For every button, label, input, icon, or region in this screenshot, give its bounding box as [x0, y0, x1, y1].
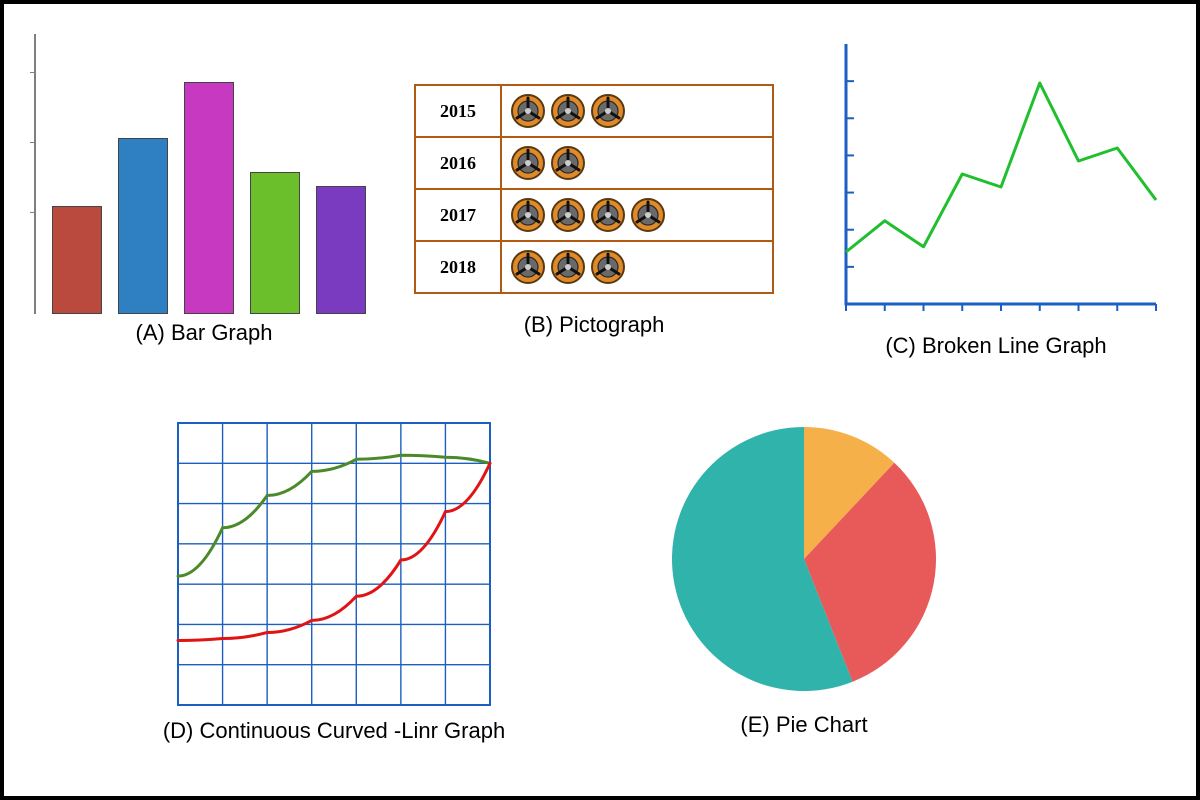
caption-pictograph: (B) Pictograph: [414, 312, 774, 338]
bar: [52, 206, 102, 314]
panel-bar-graph: (A) Bar Graph: [34, 34, 374, 346]
pictograph-row: 2015: [415, 85, 773, 137]
propeller-badge-icon: [510, 93, 546, 129]
pictograph-year: 2018: [415, 241, 501, 293]
propeller-badge-icon: [590, 249, 626, 285]
propeller-badge-icon: [590, 197, 626, 233]
figure-frame: (A) Bar Graph 2015201620172018 (B) Picto…: [0, 0, 1200, 800]
propeller-badge-icon: [510, 197, 546, 233]
bar-chart-plot: [34, 34, 366, 314]
caption-pie-chart: (E) Pie Chart: [644, 712, 964, 738]
pictograph-row: 2016: [415, 137, 773, 189]
pictograph-year: 2015: [415, 85, 501, 137]
panel-curved-line: (D) Continuous Curved -Linr Graph: [174, 419, 504, 744]
pictograph-year: 2017: [415, 189, 501, 241]
bar: [250, 172, 300, 314]
propeller-badge-icon: [550, 197, 586, 233]
caption-curved-line: (D) Continuous Curved -Linr Graph: [154, 718, 514, 744]
pictograph-icons: [501, 85, 773, 137]
pie-chart: [654, 419, 954, 699]
propeller-badge-icon: [510, 249, 546, 285]
propeller-badge-icon: [630, 197, 666, 233]
caption-bar-graph: (A) Bar Graph: [34, 320, 374, 346]
pictograph-icons: [501, 241, 773, 293]
propeller-badge-icon: [550, 145, 586, 181]
pictograph-table: 2015201620172018: [414, 84, 774, 294]
pictograph-row: 2017: [415, 189, 773, 241]
bar: [184, 82, 234, 314]
bar: [316, 186, 366, 314]
propeller-badge-icon: [510, 145, 546, 181]
bar: [118, 138, 168, 314]
propeller-badge-icon: [550, 93, 586, 129]
propeller-badge-icon: [550, 249, 586, 285]
pictograph-row: 2018: [415, 241, 773, 293]
curved-line-chart: [174, 419, 494, 709]
pictograph-icons: [501, 137, 773, 189]
pictograph-icons: [501, 189, 773, 241]
broken-line-chart: [826, 34, 1166, 324]
panel-broken-line: (C) Broken Line Graph: [826, 34, 1166, 359]
panel-pie-chart: (E) Pie Chart: [644, 419, 964, 738]
propeller-badge-icon: [590, 93, 626, 129]
caption-broken-line: (C) Broken Line Graph: [826, 333, 1166, 359]
panel-pictograph: 2015201620172018 (B) Pictograph: [414, 84, 774, 338]
pictograph-year: 2016: [415, 137, 501, 189]
